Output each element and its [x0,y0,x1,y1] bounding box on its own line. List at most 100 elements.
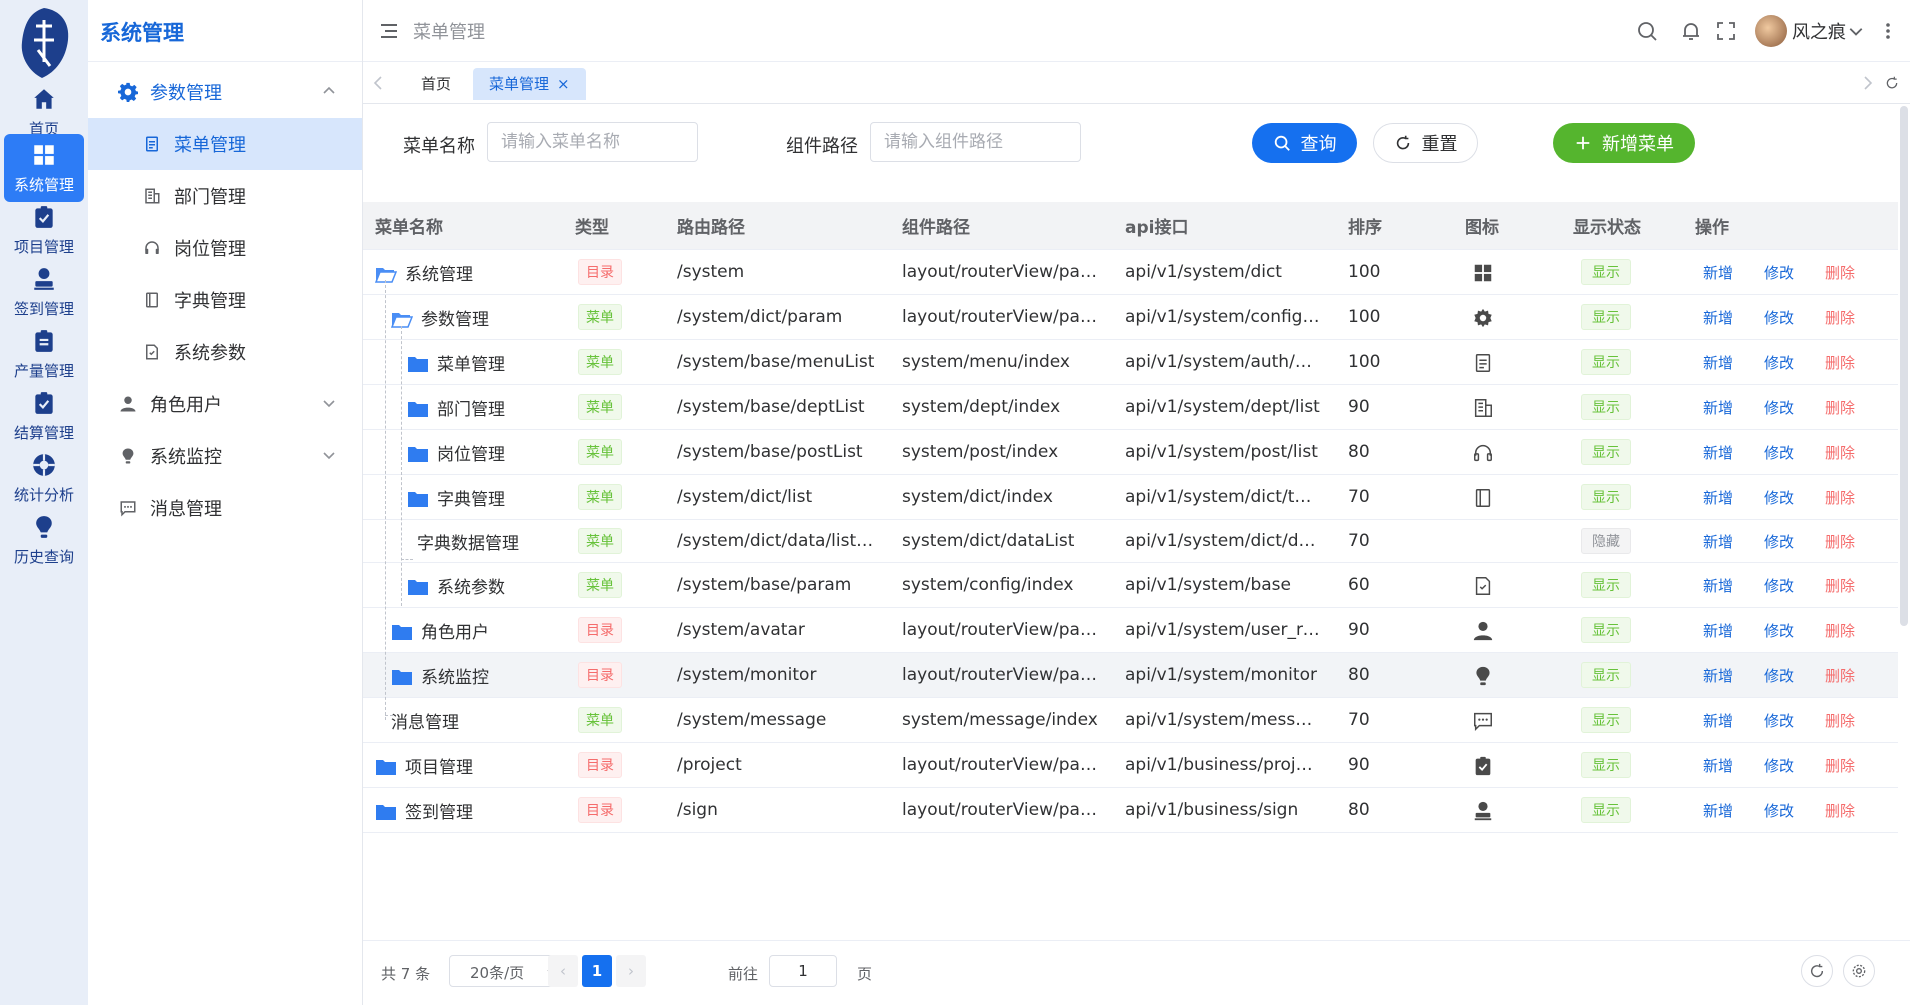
tab-scroll-left-icon[interactable] [371,74,385,92]
row-edit-button[interactable]: 修改 [1764,665,1794,686]
username[interactable]: 风之痕 [1792,18,1846,44]
row-edit-button[interactable]: 修改 [1764,307,1794,328]
table-row[interactable]: 系统管理 目录/system layout/routerView/parent api… [363,250,1898,295]
fullscreen-icon[interactable] [1715,20,1737,42]
menu-group-monitor[interactable]: 系统监控 [88,430,362,482]
row-edit-button[interactable]: 修改 [1764,487,1794,508]
row-edit-button[interactable]: 修改 [1764,442,1794,463]
menu-name-input[interactable] [487,122,698,162]
row-delete-button[interactable]: 删除 [1825,710,1855,731]
next-page-button[interactable]: › [616,955,646,987]
row-edit-button[interactable]: 修改 [1764,800,1794,821]
table-row[interactable]: 系统参数 菜单/system/base/param system/config/in… [363,563,1898,608]
row-edit-button[interactable]: 修改 [1764,397,1794,418]
row-add-button[interactable]: 新增 [1703,710,1733,731]
prev-page-button[interactable]: ‹ [548,955,578,987]
table-row[interactable]: 签到管理 目录/sign layout/routerView/parent api/v… [363,788,1898,833]
goto-page-input[interactable]: 1 [769,955,837,987]
menu-item-menu[interactable]: 菜单管理 [88,118,362,170]
bell-icon[interactable] [1680,20,1702,42]
row-delete-button[interactable]: 删除 [1825,620,1855,641]
row-edit-button[interactable]: 修改 [1764,620,1794,641]
row-delete-button[interactable]: 删除 [1825,800,1855,821]
menu-group-role[interactable]: 角色用户 [88,378,362,430]
row-delete-button[interactable]: 删除 [1825,262,1855,283]
component-path-input[interactable] [870,122,1081,162]
row-add-button[interactable]: 新增 [1703,800,1733,821]
menu-group-params[interactable]: 参数管理 [88,66,362,118]
add-menu-button[interactable]: 新增菜单 [1553,123,1695,163]
tree-guide-line [401,559,413,560]
close-icon[interactable]: × [557,68,570,100]
tab-scroll-right-icon[interactable] [1861,74,1875,92]
row-add-button[interactable]: 新增 [1703,307,1733,328]
table-row[interactable]: 字典数据管理 菜单/system/dict/data/list/:… system/… [363,520,1898,563]
row-delete-button[interactable]: 删除 [1825,352,1855,373]
table-settings-button[interactable] [1843,955,1875,987]
avatar[interactable] [1755,15,1787,47]
rail-item-sign[interactable]: 签到管理 [4,258,84,326]
row-edit-button[interactable]: 修改 [1764,710,1794,731]
row-add-button[interactable]: 新增 [1703,755,1733,776]
row-edit-button[interactable]: 修改 [1764,755,1794,776]
table-row[interactable]: 部门管理 菜单/system/base/deptList system/dept/i… [363,385,1898,430]
more-vertical-icon[interactable] [1885,20,1891,42]
table-row[interactable]: 岗位管理 菜单/system/base/postList system/post/i… [363,430,1898,475]
row-delete-button[interactable]: 删除 [1825,307,1855,328]
rail-item-system[interactable]: 系统管理 [4,134,84,202]
table-row[interactable]: 菜单管理 菜单/system/base/menuList system/menu/i… [363,340,1898,385]
menu-group-message[interactable]: 消息管理 [88,482,362,534]
menu-item-dict[interactable]: 字典管理 [88,274,362,326]
row-delete-button[interactable]: 删除 [1825,487,1855,508]
row-add-button[interactable]: 新增 [1703,575,1733,596]
rail-item-output[interactable]: 产量管理 [4,320,84,388]
row-delete-button[interactable]: 删除 [1825,531,1855,552]
row-delete-button[interactable]: 删除 [1825,575,1855,596]
row-delete-button[interactable]: 删除 [1825,665,1855,686]
row-add-button[interactable]: 新增 [1703,620,1733,641]
row-add-button[interactable]: 新增 [1703,397,1733,418]
query-button[interactable]: 查询 [1252,123,1357,163]
row-delete-button[interactable]: 删除 [1825,442,1855,463]
page-number-current[interactable]: 1 [582,955,612,987]
menu-item-sysparam[interactable]: 系统参数 [88,326,362,378]
row-add-button[interactable]: 新增 [1703,665,1733,686]
rail-item-history[interactable]: 历史查询 [4,506,84,574]
row-delete-button[interactable]: 删除 [1825,397,1855,418]
rail-item-stats[interactable]: 统计分析 [4,444,84,512]
cell-name: 签到管理 [375,798,473,823]
rail-item-settlement[interactable]: 结算管理 [4,382,84,450]
row-add-button[interactable]: 新增 [1703,531,1733,552]
chevron-down-icon[interactable] [1848,23,1864,39]
table-scrollbar[interactable] [1900,106,1908,626]
tree-guide-line [385,280,386,720]
row-add-button[interactable]: 新增 [1703,262,1733,283]
refresh-table-button[interactable] [1801,955,1833,987]
tab-home[interactable]: 首页 [405,68,467,100]
table-row[interactable]: 系统监控 目录/system/monitor layout/routerView/p… [363,653,1898,698]
table-row[interactable]: 参数管理 菜单/system/dict/param layout/routerVie… [363,295,1898,340]
row-edit-button[interactable]: 修改 [1764,352,1794,373]
refresh-icon[interactable] [1885,74,1899,92]
table-row[interactable]: 角色用户 目录/system/avatar layout/routerView/pa… [363,608,1898,653]
search-icon[interactable] [1636,20,1658,42]
table-row[interactable]: 项目管理 目录/project layout/routerView/parent ap… [363,743,1898,788]
table-row[interactable]: 消息管理 菜单/system/message system/message/inde… [363,698,1898,743]
reset-button[interactable]: 重置 [1373,123,1478,163]
row-edit-button[interactable]: 修改 [1764,575,1794,596]
rail-item-project[interactable]: 项目管理 [4,196,84,264]
row-edit-button[interactable]: 修改 [1764,262,1794,283]
tab-menu-manage[interactable]: 菜单管理 × [473,68,586,100]
cell-sort: 80 [1348,665,1370,685]
cell-status: 隐藏 [1581,528,1631,554]
row-add-button[interactable]: 新增 [1703,487,1733,508]
row-delete-button[interactable]: 删除 [1825,755,1855,776]
cell-name: 字典管理 [407,485,505,510]
menu-toggle-icon[interactable] [379,21,399,41]
row-add-button[interactable]: 新增 [1703,352,1733,373]
row-edit-button[interactable]: 修改 [1764,531,1794,552]
menu-item-dept[interactable]: 部门管理 [88,170,362,222]
table-row[interactable]: 字典管理 菜单/system/dict/list system/dict/index… [363,475,1898,520]
menu-item-post[interactable]: 岗位管理 [88,222,362,274]
row-add-button[interactable]: 新增 [1703,442,1733,463]
